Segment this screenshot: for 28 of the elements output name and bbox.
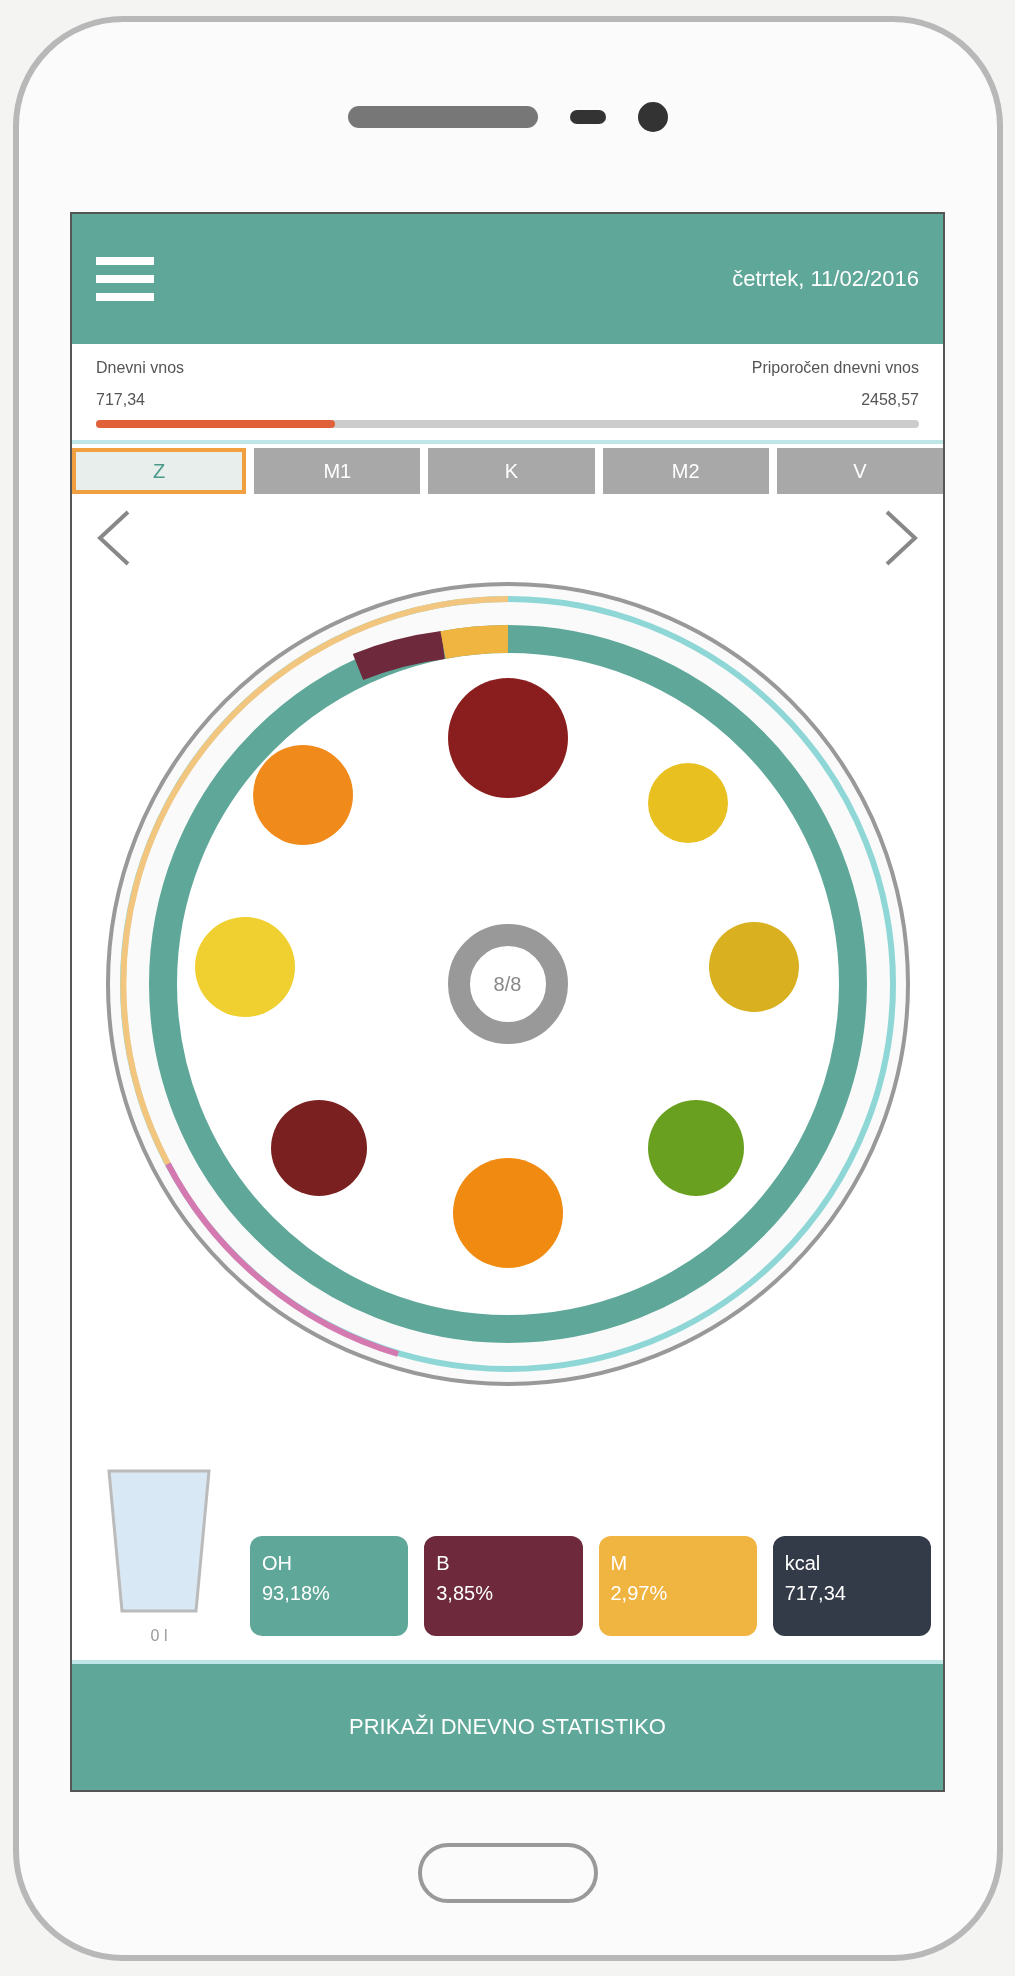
- home-button[interactable]: [417, 1843, 598, 1903]
- nutrient-value: 717,34: [784, 1580, 847, 1606]
- menu-icon[interactable]: [96, 256, 154, 301]
- nutrient-value: 93,18%: [262, 1580, 331, 1606]
- nutrient-label: kcal: [784, 1550, 822, 1576]
- counter-label: 8/8: [493, 971, 522, 997]
- sensor-icon: [569, 109, 606, 124]
- nutrient-label: M: [610, 1550, 629, 1576]
- previous-icon[interactable]: [96, 509, 132, 566]
- meal-tab[interactable]: M2: [602, 447, 769, 494]
- intake-value: 717,34: [96, 389, 145, 410]
- nutrient-label: OH: [262, 1550, 293, 1576]
- daily-statistics-button[interactable]: PRIKAŽI DNEVNO STATISTIKO: [72, 1659, 943, 1790]
- nutrient-value: 3,85%: [436, 1580, 494, 1606]
- nutrient-label: B: [436, 1550, 451, 1576]
- meal-tab[interactable]: V: [776, 447, 943, 494]
- water-label: 0 l: [150, 1625, 168, 1646]
- date-label: četrtek, 11/02/2016: [732, 265, 919, 293]
- recommended-value: 2458,57: [861, 389, 919, 410]
- camera-icon: [637, 101, 668, 132]
- meal-tab[interactable]: Z: [72, 447, 247, 494]
- meal-tab[interactable]: M1: [254, 447, 421, 494]
- intake-label: Dnevni vnos: [96, 357, 185, 378]
- meal-tab[interactable]: K: [428, 447, 595, 494]
- next-icon[interactable]: [883, 509, 919, 566]
- nutrient-value: 2,97%: [610, 1580, 669, 1606]
- recommended-label: Priporočen dnevni vnos: [751, 357, 919, 378]
- speaker-icon: [347, 105, 538, 128]
